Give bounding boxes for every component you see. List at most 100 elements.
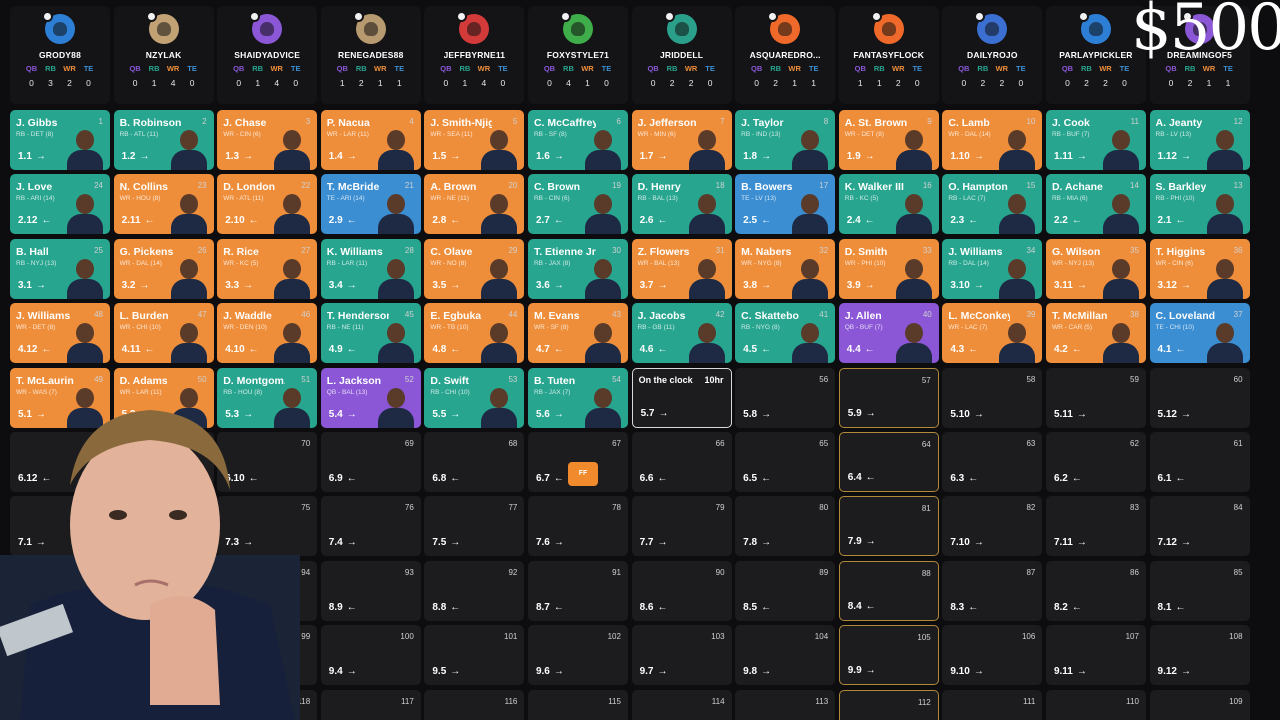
empty-pick-cell[interactable]: 91 8.7 ← xyxy=(527,560,628,621)
empty-pick-cell[interactable]: 77 7.5 → xyxy=(424,496,525,557)
pick-cell[interactable]: 4 P. Nacua WR - LAR (11) 1.4 → xyxy=(320,110,421,170)
empty-pick-cell[interactable]: 105 9.9 → xyxy=(838,625,939,686)
pick-cell[interactable]: 18 D. Henry RB - BAL (13) 2.6 ← xyxy=(631,174,732,235)
pick-cell[interactable]: 5J. Smith-Njig...WR - SEA (11)1.5→ xyxy=(424,110,525,170)
empty-pick-cell[interactable]: 79 7.7 → xyxy=(631,496,732,557)
team-column-header[interactable]: RENEGADES88 QB RB WR TE 1 2 1 1 xyxy=(320,6,421,104)
empty-pick-cell[interactable]: 66 6.6 ← xyxy=(631,431,732,492)
pick-cell[interactable]: 38 T. McMillan WR - CAR (5) 4.2 ← xyxy=(1045,303,1146,364)
pick-cell[interactable]: 36 T. Higgins WR - CIN (6) 3.12 → xyxy=(1149,238,1250,299)
empty-pick-cell[interactable]: 106 9.10 → xyxy=(942,625,1043,686)
empty-pick-cell[interactable]: 109 xyxy=(1149,689,1250,720)
team-column-header[interactable]: ASQUAREDRO... QB RB WR TE 0 2 1 1 xyxy=(735,6,836,104)
empty-pick-cell[interactable]: 64 6.4 ← xyxy=(838,431,939,492)
pick-cell[interactable]: 44 E. Egbuka WR - TB (10) 4.8 ← xyxy=(424,303,525,364)
empty-pick-cell[interactable]: 89 8.5 ← xyxy=(735,560,836,621)
empty-pick-cell[interactable]: 60 5.12 → xyxy=(1149,367,1250,428)
pick-cell[interactable]: 12 A. Jeanty RB - LV (13) 1.12 → xyxy=(1149,110,1250,170)
ff-badge-icon[interactable]: FF xyxy=(567,461,598,486)
empty-pick-cell[interactable]: 112 xyxy=(838,689,939,720)
pick-cell[interactable]: 27 R. Rice WR - KC (5) 3.3 → xyxy=(217,238,318,299)
pick-cell[interactable]: 13 S. Barkley RB - PHI (10) 2.1 ← xyxy=(1149,174,1250,235)
pick-cell[interactable]: 23 N. Collins WR - HOU (8) 2.11 ← xyxy=(113,174,214,235)
empty-pick-cell[interactable]: 108 9.12 → xyxy=(1149,625,1250,686)
pick-cell[interactable]: 37 C. Loveland TE - CHI (10) 4.1 ← xyxy=(1149,303,1250,364)
empty-pick-cell[interactable]: 62 6.2 ← xyxy=(1045,431,1146,492)
empty-pick-cell[interactable]: 90 8.6 ← xyxy=(631,560,732,621)
team-column-header[interactable]: SHAIDYADVICE QB RB WR TE 0 1 4 0 xyxy=(217,6,318,104)
empty-pick-cell[interactable]: 67 FF 6.7 ← xyxy=(527,431,628,492)
pick-cell[interactable]: 48 J. Williams WR - DET (8) 4.12 ← xyxy=(10,303,110,364)
empty-pick-cell[interactable]: 59 5.11 → xyxy=(1045,367,1146,428)
pick-cell[interactable]: 46 J. Waddle WR - DEN (10) 4.10 ← xyxy=(217,303,318,364)
empty-pick-cell[interactable]: 86 8.2 ← xyxy=(1045,560,1146,621)
pick-cell[interactable]: 28 K. Williams RB - LAR (11) 3.4 → xyxy=(320,238,421,299)
team-column-header[interactable]: NZYLAK QB RB WR TE 0 1 4 0 xyxy=(113,6,214,104)
empty-pick-cell[interactable]: 116 xyxy=(424,689,525,720)
empty-pick-cell[interactable]: 56 5.8 → xyxy=(735,367,836,428)
empty-pick-cell[interactable]: 92 8.8 ← xyxy=(424,560,525,621)
pick-cell[interactable]: 14 D. Achane RB - MIA (6) 2.2 ← xyxy=(1045,174,1146,235)
empty-pick-cell[interactable]: 65 6.5 ← xyxy=(735,431,836,492)
empty-pick-cell[interactable]: 61 6.1 ← xyxy=(1149,431,1250,492)
empty-pick-cell[interactable]: 110 xyxy=(1045,689,1146,720)
empty-pick-cell[interactable]: 115 xyxy=(527,689,628,720)
pick-cell[interactable]: 41 C. Skattebo RB - NYG (8) 4.5 ← xyxy=(735,303,836,364)
pick-cell[interactable]: 47 L. Burden WR - CHI (10) 4.11 ← xyxy=(113,303,214,364)
pick-cell[interactable]: 35 G. Wilson WR - NYJ (13) 3.11 → xyxy=(1045,238,1146,299)
empty-pick-cell[interactable]: 63 6.3 ← xyxy=(942,431,1043,492)
team-column-header[interactable]: FANTASYFLOCK QB RB WR TE 1 1 2 0 xyxy=(838,6,939,104)
pick-cell[interactable]: 20 A. Brown WR - NE (11) 2.8 ← xyxy=(424,174,525,235)
team-column-header[interactable]: JEFFBYRNE11 QB RB WR TE 0 1 4 0 xyxy=(424,6,525,104)
pick-cell[interactable]: 21 T. McBride TE - ARI (14) 2.9 ← xyxy=(320,174,421,235)
pick-cell[interactable]: 9 A. St. Brown WR - DET (8) 1.9 → xyxy=(838,110,939,170)
empty-pick-cell[interactable]: 104 9.8 → xyxy=(735,625,836,686)
empty-pick-cell[interactable]: 88 8.4 ← xyxy=(838,560,939,621)
pick-cell[interactable]: 17 B. Bowers TE - LV (13) 2.5 ← xyxy=(735,174,836,235)
pick-cell[interactable]: 24 J. Love RB - ARI (14) 2.12 ← xyxy=(10,174,110,235)
empty-pick-cell[interactable]: 85 8.1 ← xyxy=(1149,560,1250,621)
empty-pick-cell[interactable]: 102 9.6 → xyxy=(527,625,628,686)
pick-cell[interactable]: 29 C. Olave WR - NO (8) 3.5 → xyxy=(424,238,525,299)
empty-pick-cell[interactable]: 101 9.5 → xyxy=(424,625,525,686)
empty-pick-cell[interactable]: 107 9.11 → xyxy=(1045,625,1146,686)
pick-cell[interactable]: 54 B. Tuten RB - JAX (7) 5.6 → xyxy=(527,367,628,428)
pick-cell[interactable]: 53 D. Swift RB - CHI (10) 5.5 → xyxy=(424,367,525,428)
empty-pick-cell[interactable]: 114 xyxy=(631,689,732,720)
empty-pick-cell[interactable]: 103 9.7 → xyxy=(631,625,732,686)
empty-pick-cell[interactable]: 68 6.8 ← xyxy=(424,431,525,492)
pick-cell[interactable]: 7 J. Jefferson WR - MIN (6) 1.7 → xyxy=(631,110,732,170)
team-column-header[interactable]: DAILYROJO QB RB WR TE 0 2 2 0 xyxy=(942,6,1043,104)
pick-cell[interactable]: 22 D. London WR - ATL (11) 2.10 ← xyxy=(217,174,318,235)
empty-pick-cell[interactable]: 78 7.6 → xyxy=(527,496,628,557)
empty-pick-cell[interactable]: 80 7.8 → xyxy=(735,496,836,557)
pick-cell[interactable]: 43 M. Evans WR - SF (8) 4.7 ← xyxy=(527,303,628,364)
pick-cell[interactable]: 42 J. Jacobs RB - GB (11) 4.6 ← xyxy=(631,303,732,364)
empty-pick-cell[interactable]: 100 9.4 → xyxy=(320,625,421,686)
pick-cell[interactable]: 30 T. Etienne Jr. RB - JAX (8) 3.6 → xyxy=(527,238,628,299)
empty-pick-cell[interactable]: 69 6.9 ← xyxy=(320,431,421,492)
empty-pick-cell[interactable]: 117 xyxy=(320,689,421,720)
team-column-header[interactable]: FOXYSTYLE71 QB RB WR TE 0 4 1 0 xyxy=(527,6,628,104)
pick-cell[interactable]: 10 C. Lamb WR - DAL (14) 1.10 → xyxy=(942,110,1043,170)
pick-cell[interactable]: 6 C. McCaffrey RB - SF (8) 1.6 → xyxy=(527,110,628,170)
pick-cell[interactable]: 11 J. Cook RB - BUF (7) 1.11 → xyxy=(1045,110,1146,170)
pick-cell[interactable]: 34 J. Williams RB - DAL (14) 3.10 → xyxy=(942,238,1043,299)
pick-cell[interactable]: 32 M. Nabers WR - NYG (8) 3.8 → xyxy=(735,238,836,299)
pick-cell[interactable]: 26 G. Pickens WR - DAL (14) 3.2 → xyxy=(113,238,214,299)
empty-pick-cell[interactable]: 57 5.9 → xyxy=(838,367,939,428)
pick-cell[interactable]: 2 B. Robinson RB - ATL (11) 1.2 → xyxy=(113,110,214,170)
empty-pick-cell[interactable]: 82 7.10 → xyxy=(942,496,1043,557)
team-column-header[interactable]: GRODY88 QB RB WR TE 0 3 2 0 xyxy=(10,6,110,104)
pick-cell[interactable]: 1 J. Gibbs RB - DET (8) 1.1 → xyxy=(10,110,110,170)
empty-pick-cell[interactable]: 84 7.12 → xyxy=(1149,496,1250,557)
team-column-header[interactable]: JRIDDELL QB RB WR TE 0 2 2 0 xyxy=(631,6,732,104)
empty-pick-cell[interactable]: 58 5.10 → xyxy=(942,367,1043,428)
empty-pick-cell[interactable]: 76 7.4 → xyxy=(320,496,421,557)
empty-pick-cell[interactable]: 113 xyxy=(735,689,836,720)
empty-pick-cell[interactable]: 83 7.11 → xyxy=(1045,496,1146,557)
pick-cell[interactable]: 45 T. Henderson RB - NE (11) 4.9 ← xyxy=(320,303,421,364)
empty-pick-cell[interactable]: 111 xyxy=(942,689,1043,720)
on-the-clock-cell[interactable]: On the clock 10hr 5.7 → xyxy=(631,367,732,428)
pick-cell[interactable]: 39 L. McConkey WR - LAC (7) 4.3 ← xyxy=(942,303,1043,364)
